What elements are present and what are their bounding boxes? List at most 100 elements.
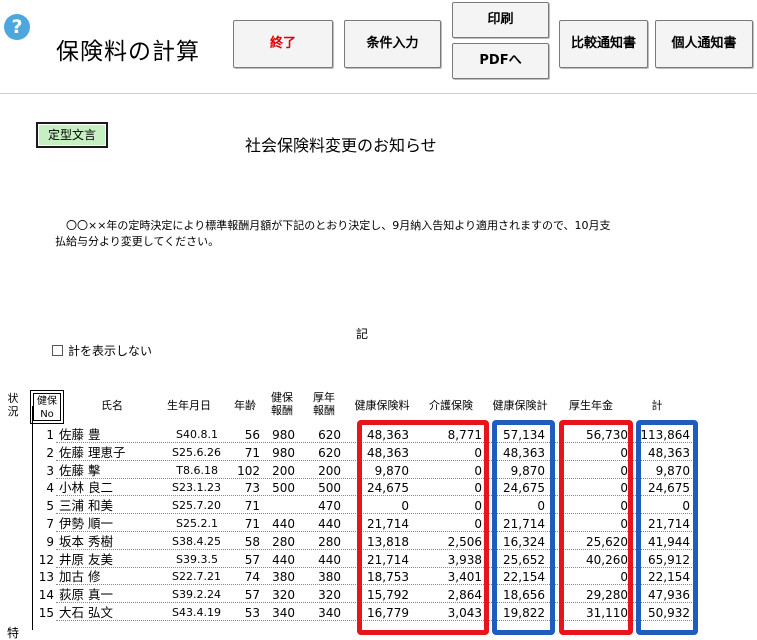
header-name: 氏名 bbox=[101, 399, 123, 412]
row-age: 57 bbox=[244, 588, 260, 603]
row-pension-remuneration: 470 bbox=[318, 499, 341, 514]
header-no-box: 健保 No bbox=[30, 390, 64, 424]
header-no-top: 健保 bbox=[37, 396, 57, 407]
row-name: 伊勢 順一 bbox=[59, 516, 113, 531]
notice-title: 社会保険料変更のお知らせ bbox=[245, 136, 437, 155]
row-pension-remuneration: 380 bbox=[318, 570, 341, 585]
row-health-remuneration: 280 bbox=[272, 534, 295, 549]
memo-mark: 記 bbox=[356, 327, 369, 341]
header-health-premium: 健康保険料 bbox=[354, 399, 410, 412]
row-age: 58 bbox=[244, 534, 260, 549]
row-age: 56 bbox=[244, 428, 260, 442]
header-health-total: 健康保険計 bbox=[492, 399, 548, 412]
row-no: 15 bbox=[38, 606, 54, 620]
row-name: 加古 修 bbox=[59, 569, 101, 585]
header-divider bbox=[0, 93, 757, 94]
page-title: 保険料の計算 bbox=[56, 39, 200, 65]
row-birth: S25.7.20 bbox=[172, 499, 221, 513]
row-health-remuneration: 980 bbox=[272, 445, 295, 460]
row-pension-remuneration: 340 bbox=[318, 606, 341, 620]
row-birth: T8.6.18 bbox=[176, 463, 218, 477]
row-name: 佐藤 擊 bbox=[59, 462, 101, 478]
exit-button[interactable]: 終了 bbox=[233, 20, 333, 68]
row-birth: S23.1.23 bbox=[172, 481, 221, 495]
hide-total-checkbox[interactable] bbox=[52, 345, 63, 356]
row-name: 井原 友美 bbox=[59, 551, 113, 567]
header-no-bottom: No bbox=[40, 409, 54, 420]
row-age: 73 bbox=[244, 481, 260, 496]
highlight-health-total bbox=[492, 420, 555, 635]
highlight-total bbox=[636, 420, 698, 635]
row-birth: S39.2.24 bbox=[172, 588, 221, 602]
row-age: 71 bbox=[244, 499, 260, 514]
row-health-remuneration: 340 bbox=[272, 606, 295, 620]
template-text-button[interactable]: 定型文言 bbox=[36, 122, 108, 148]
row-name: 三浦 和美 bbox=[59, 498, 113, 514]
row-name: 佐藤 理恵子 bbox=[59, 444, 126, 460]
personal-notice-button[interactable]: 個人通知書 bbox=[655, 20, 753, 68]
row-pension-remuneration: 620 bbox=[318, 428, 341, 442]
condition-input-button[interactable]: 条件入力 bbox=[344, 20, 441, 68]
row-age: 74 bbox=[244, 570, 260, 585]
row-health-remuneration: 500 bbox=[272, 481, 295, 496]
row-age: 71 bbox=[244, 445, 260, 460]
comparison-notice-button[interactable]: 比較通知書 bbox=[559, 20, 648, 68]
row-name: 坂本 秀樹 bbox=[59, 533, 113, 549]
row-no: 9 bbox=[46, 534, 54, 549]
header-birth: 生年月日 bbox=[167, 399, 211, 412]
header-health-remuneration: 健保 報酬 bbox=[271, 391, 293, 417]
row-no: 14 bbox=[38, 588, 54, 603]
row-pension-remuneration: 440 bbox=[318, 552, 341, 567]
row-birth: S25.2.1 bbox=[176, 517, 218, 530]
row-no: 1 bbox=[46, 428, 54, 442]
row-no: 4 bbox=[46, 481, 54, 496]
row-birth: S43.4.19 bbox=[172, 606, 221, 619]
row-health-remuneration: 440 bbox=[272, 517, 295, 531]
header-pension-premium: 厚生年金 bbox=[569, 399, 613, 412]
header-care-premium: 介護保険 bbox=[429, 399, 473, 412]
header-age: 年齢 bbox=[234, 399, 256, 412]
row-name: 小林 良二 bbox=[59, 480, 113, 496]
help-icon[interactable]: ? bbox=[4, 14, 30, 40]
row-name: 荻原 真一 bbox=[59, 587, 113, 603]
row-name: 大石 弘文 bbox=[59, 605, 113, 620]
row-no: 12 bbox=[38, 552, 54, 567]
row-health-remuneration: 440 bbox=[272, 552, 295, 567]
row-pension-remuneration: 200 bbox=[318, 463, 341, 478]
highlight-pension-premium bbox=[559, 420, 633, 635]
header-status: 状況 bbox=[7, 392, 19, 418]
row-health-remuneration: 200 bbox=[272, 463, 295, 478]
row-pension-remuneration: 440 bbox=[318, 517, 341, 531]
row-no: 5 bbox=[46, 499, 54, 514]
row-age: 102 bbox=[237, 463, 260, 478]
row-no: 3 bbox=[46, 463, 54, 478]
row-no: 2 bbox=[46, 445, 54, 460]
row-age: 71 bbox=[244, 517, 260, 531]
pdf-export-button[interactable]: PDFへ bbox=[452, 43, 549, 79]
hide-total-label: 計を表示しない bbox=[68, 344, 153, 358]
row-no: 7 bbox=[46, 517, 54, 531]
hide-total-option[interactable]: 計を表示しない bbox=[52, 342, 152, 359]
notice-body: 〇〇××年の定時決定により標準報酬月額が下記のとおり決定し、9月納入告知より適用… bbox=[55, 219, 611, 248]
row-birth: S22.7.21 bbox=[172, 570, 221, 584]
header-total: 計 bbox=[651, 399, 663, 412]
row-pension-remuneration: 500 bbox=[318, 481, 341, 496]
print-button[interactable]: 印刷 bbox=[452, 2, 549, 38]
status-mark: 特 bbox=[7, 625, 20, 640]
row-health-remuneration: 980 bbox=[272, 428, 295, 442]
row-pension-remuneration: 320 bbox=[318, 588, 341, 603]
row-name: 佐藤 豊 bbox=[59, 427, 101, 442]
row-pension-remuneration: 620 bbox=[318, 445, 341, 460]
header-pension-remuneration: 厚年 報酬 bbox=[313, 391, 335, 417]
row-health-remuneration: 320 bbox=[272, 588, 295, 603]
row-pension-remuneration: 280 bbox=[318, 534, 341, 549]
row-health-remuneration: 380 bbox=[272, 570, 295, 585]
row-birth: S40.8.1 bbox=[176, 428, 218, 441]
row-birth: S39.3.5 bbox=[176, 552, 218, 566]
row-age: 53 bbox=[244, 606, 260, 620]
row-birth: S38.4.25 bbox=[172, 534, 221, 548]
row-birth: S25.6.26 bbox=[172, 445, 221, 459]
row-no: 13 bbox=[38, 570, 54, 585]
row-age: 57 bbox=[244, 552, 260, 567]
highlight-health-care-premium bbox=[357, 420, 489, 635]
